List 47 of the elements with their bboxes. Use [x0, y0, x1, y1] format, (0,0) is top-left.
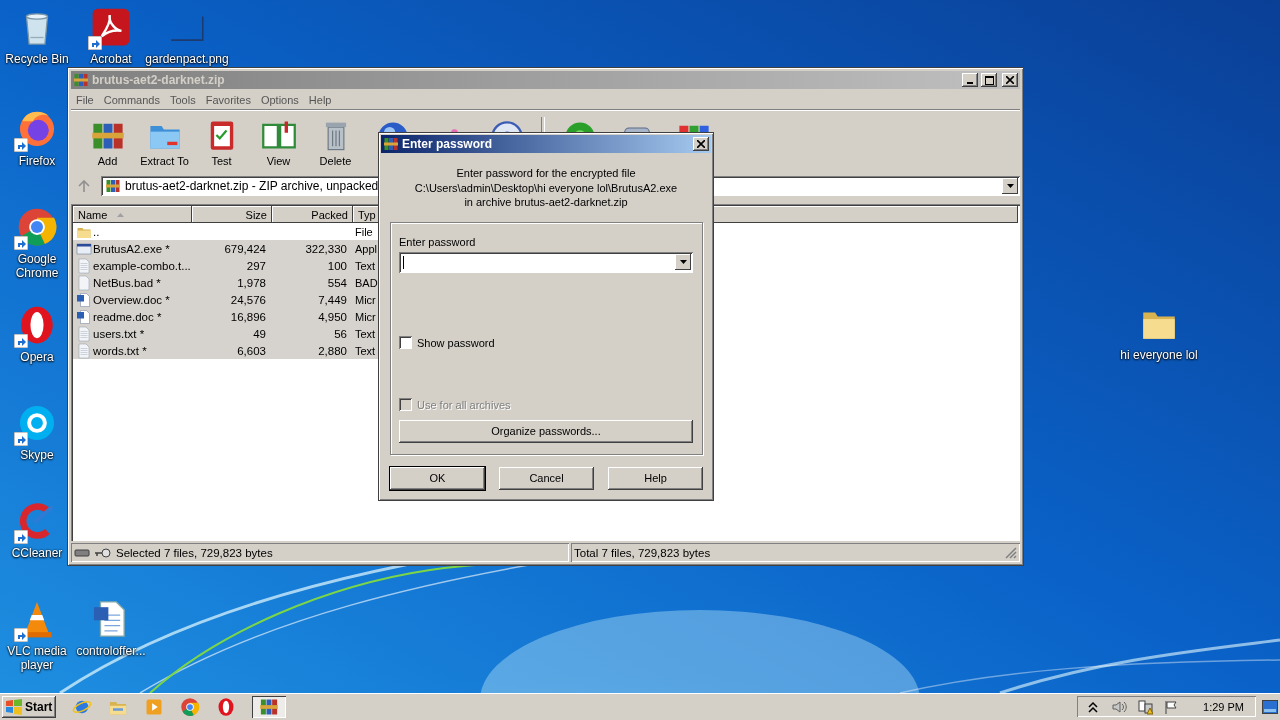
table-cell: 679,424 [224, 242, 266, 255]
table-cell: example-combo.t... [93, 259, 191, 272]
table-cell: users.txt * [93, 327, 145, 340]
table-cell: Text [355, 327, 376, 340]
table-cell: 24,576 [230, 293, 266, 306]
icon-label: Recycle Bin [5, 52, 69, 66]
icon-label: Firefox [18, 154, 56, 168]
icon-label: Acrobat [90, 52, 132, 66]
table-cell: 7,449 [318, 293, 347, 306]
table-cell: 49 [253, 327, 266, 340]
table-cell: .. [93, 225, 100, 238]
table-cell: Overview.doc * [93, 293, 170, 306]
table-cell: 6,603 [237, 344, 266, 357]
table-cell: 2,880 [318, 344, 347, 357]
table-cell: BAD [355, 276, 378, 289]
table-cell: Text [355, 344, 376, 357]
status-text: Total 7 files, 729,823 bytes [574, 546, 711, 559]
table-cell: 297 [246, 259, 266, 272]
table-cell: 16,896 [230, 310, 266, 323]
icon-label: Skype [20, 448, 54, 462]
table-cell: File [355, 225, 373, 238]
icon-label: CCleaner [11, 546, 63, 560]
checkbox-label: Use for all archives [417, 398, 511, 411]
icon-label: VLC media player [6, 644, 68, 672]
status-text: Selected 7 files, 729,823 bytes [116, 546, 273, 559]
table-cell: Micr [355, 293, 376, 306]
table-cell: NetBus.bad * [93, 276, 161, 289]
table-cell: Appl [355, 242, 378, 255]
table-cell: 322,330 [305, 242, 347, 255]
table-cell: 4,950 [318, 310, 347, 323]
dialog-title: Enter password [402, 137, 493, 151]
table-cell: Text [355, 259, 376, 272]
icon-label: Google Chrome [14, 252, 60, 280]
table-cell: readme.doc * [93, 310, 162, 323]
icon-label: Opera [20, 350, 54, 364]
table-cell: 56 [334, 327, 347, 340]
table-cell: 554 [327, 276, 347, 289]
table-cell: words.txt * [93, 344, 147, 357]
message-text: in archive brutus-aet2-darknet.zip [464, 195, 628, 210]
icon-label: hi everyone lol [1120, 348, 1198, 362]
table-cell: BrutusA2.exe * [93, 242, 170, 255]
table-cell: Micr [355, 310, 376, 323]
message-text: C:\Users\admin\Desktop\hi everyone lol\BrutusA2.exe [414, 180, 678, 195]
table-cell: 1,978 [237, 276, 266, 289]
window-title: brutus-aet2-darknet.zip [92, 73, 225, 87]
icon-label: gardenpact.png [145, 52, 229, 66]
table-cell: 100 [327, 259, 347, 272]
